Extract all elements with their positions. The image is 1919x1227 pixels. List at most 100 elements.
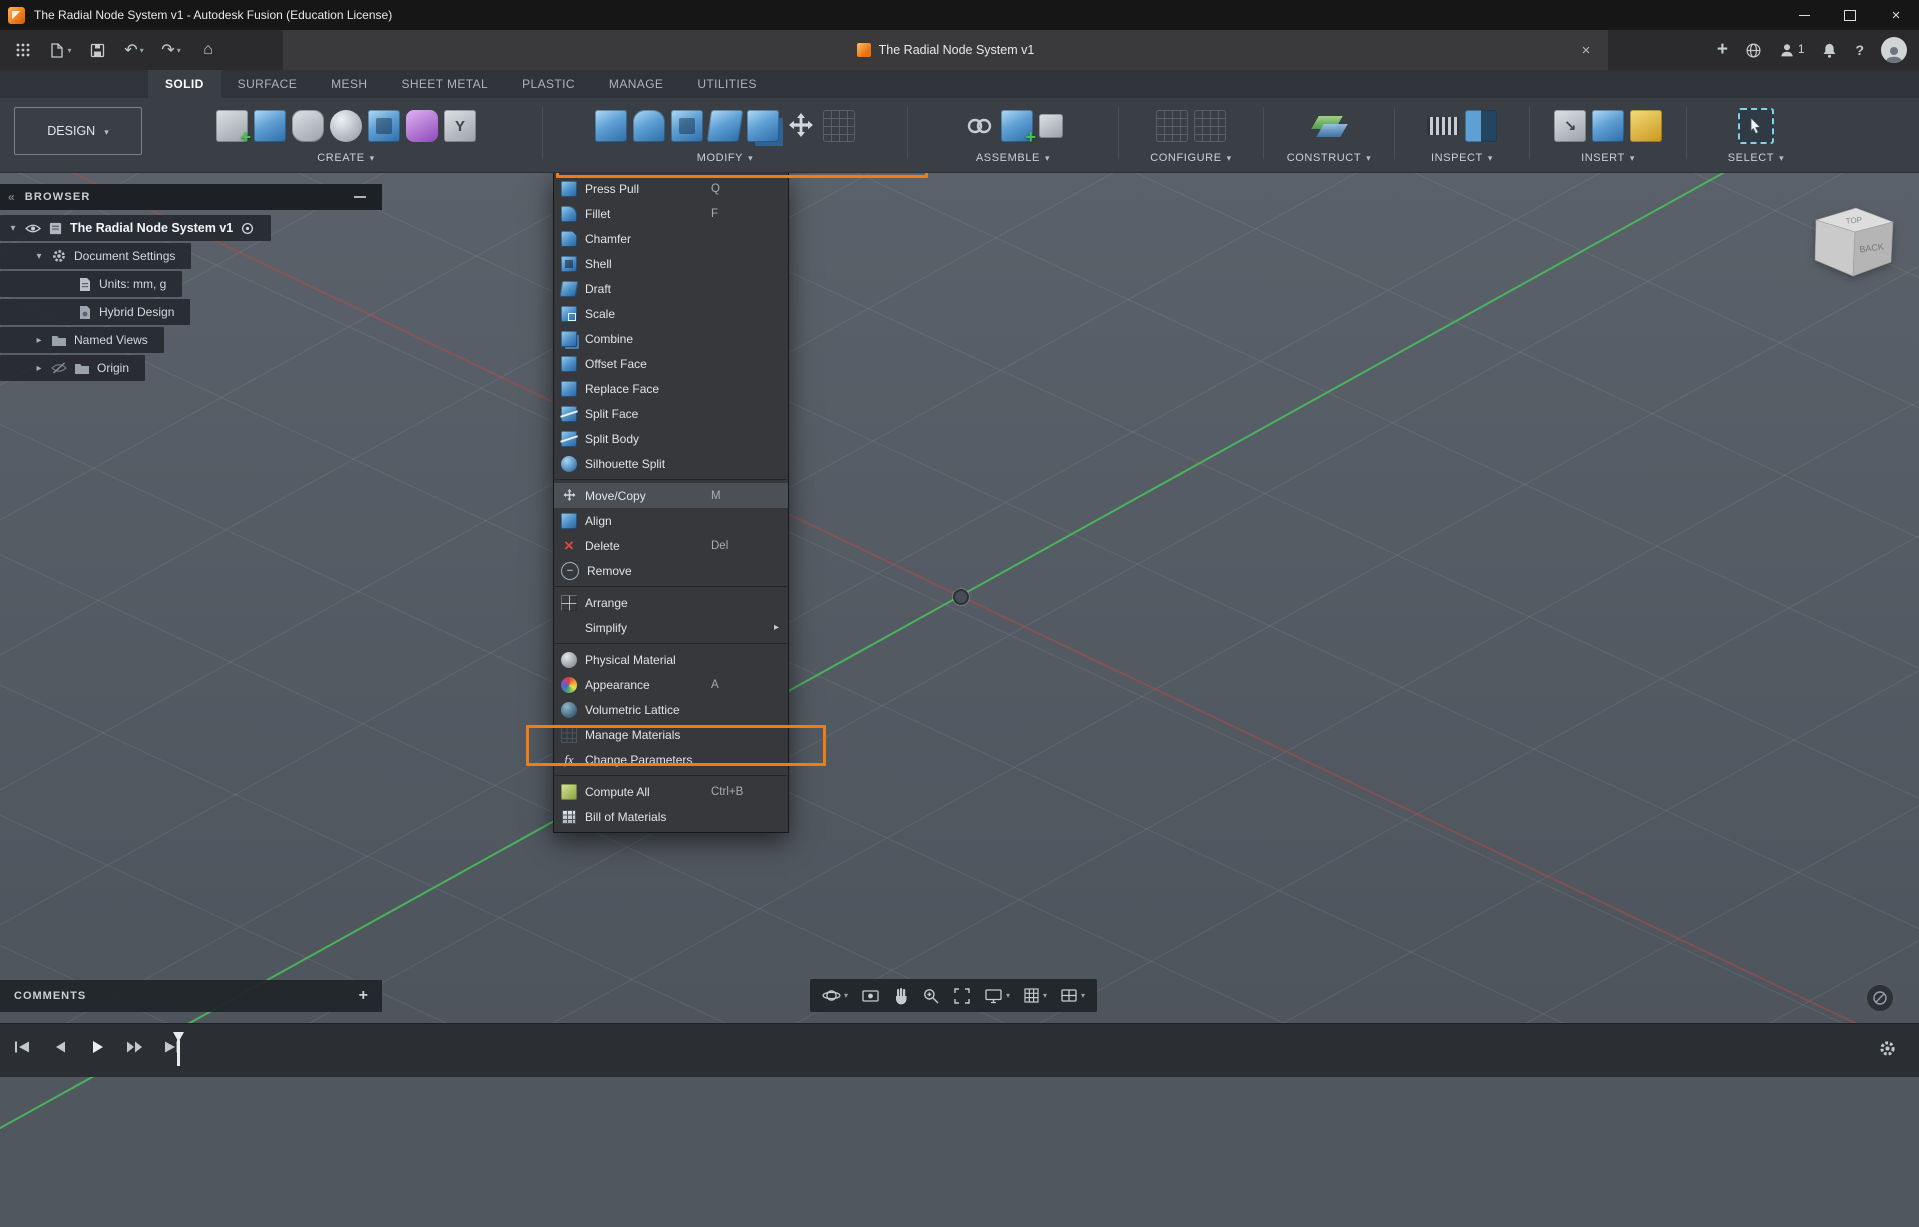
timeline-settings-gear-icon[interactable] [1878,1039,1897,1058]
activate-component-icon[interactable] [240,221,255,236]
undo-button[interactable]: ↶ ▾ [117,34,151,66]
shell-icon[interactable] [671,110,703,142]
new-tab-button[interactable]: + [1717,39,1728,61]
maximize-button[interactable] [1827,0,1873,30]
section-analysis-icon[interactable] [1465,110,1497,142]
redo-button[interactable]: ↷ ▾ [154,34,188,66]
menu-item-scale[interactable]: Scale [554,301,788,326]
zoom-button[interactable] [922,987,940,1005]
fit-button[interactable] [953,987,971,1005]
menu-item-delete[interactable]: Delete Del [554,533,788,558]
parameters-table-icon[interactable] [823,110,855,142]
origin-point[interactable] [953,589,969,605]
close-window-button[interactable]: × [1873,0,1919,30]
tree-item-document-settings[interactable]: Document Settings [0,243,192,269]
tree-item-named-views[interactable]: Named Views [0,327,164,353]
create-form-icon[interactable] [406,110,438,142]
extensions-globe-icon[interactable] [1745,42,1762,59]
home-button[interactable]: ⌂ [191,34,225,66]
insert-canvas-icon[interactable] [1592,110,1624,142]
menu-item-align[interactable]: Align [554,508,788,533]
measure-icon[interactable] [1427,117,1459,135]
user-avatar[interactable] [1881,37,1907,63]
look-at-button[interactable] [861,988,880,1004]
tab-sheet-metal[interactable]: SHEET METAL [384,70,505,98]
caret-right-icon[interactable] [34,335,44,346]
display-settings-button[interactable] [984,988,1010,1004]
menu-item-move-copy[interactable]: Move/Copy M [554,483,788,508]
comments-bar[interactable]: COMMENTS + [0,980,382,1012]
job-status-icon[interactable] [1866,984,1894,1012]
step-back-button[interactable] [49,1038,71,1056]
menu-item-split-face[interactable]: Split Face [554,401,788,426]
box-icon[interactable] [254,110,286,142]
pan-button[interactable] [893,987,909,1005]
menu-item-remove[interactable]: Remove [554,558,788,583]
menu-item-appearance[interactable]: Appearance A [554,672,788,697]
offset-face-icon[interactable] [706,110,744,142]
tree-item-origin[interactable]: Origin [0,355,146,381]
tree-item-units[interactable]: Units: mm, g [0,271,183,297]
caret-down-icon[interactable] [34,251,44,262]
add-comment-icon[interactable]: + [359,987,368,1005]
caret-down-icon[interactable] [8,223,18,234]
view-cube[interactable]: BACK TOP [1798,198,1910,298]
tab-utilities[interactable]: UTILITIES [680,70,774,98]
menu-item-change-parameters[interactable]: Change Parameters [554,747,788,772]
menu-item-arrange[interactable]: Arrange [554,590,788,615]
menu-item-physical-material[interactable]: Physical Material [554,647,788,672]
menu-item-draft[interactable]: Draft [554,276,788,301]
create-group-label[interactable]: CREATE [317,148,375,168]
menu-item-compute-all[interactable]: Compute All Ctrl+B [554,779,788,804]
visibility-off-eye-icon[interactable] [51,362,67,374]
go-to-start-button[interactable] [12,1038,34,1056]
tree-item-root-document[interactable]: The Radial Node System v1 [0,215,272,241]
select-cursor-icon[interactable] [1738,108,1774,144]
save-button[interactable] [80,34,114,66]
joint-icon[interactable] [963,110,995,142]
press-pull-icon[interactable] [595,110,627,142]
insert-derive-icon[interactable]: ↘ [1554,110,1586,142]
create-sketch-icon[interactable] [216,110,251,148]
help-icon[interactable]: ? [1855,42,1864,58]
inspect-group-label[interactable]: INSPECT [1431,148,1493,168]
menu-item-replace-face[interactable]: Replace Face [554,376,788,401]
menu-item-bill-of-materials[interactable]: Bill of Materials [554,804,788,829]
insert-mcmaster-icon[interactable] [1630,110,1662,142]
notifications-bell-icon[interactable] [1821,42,1838,59]
coil-icon[interactable] [368,110,400,142]
workspace-selector[interactable]: DESIGN [14,107,142,155]
sphere-icon[interactable] [330,110,362,142]
new-component-icon[interactable] [1001,110,1036,148]
caret-right-icon[interactable] [34,363,44,374]
collapse-panel-icon[interactable]: « [8,190,15,204]
step-forward-button[interactable] [123,1038,145,1056]
modify-group-label[interactable]: MODIFY [697,148,754,168]
visibility-eye-icon[interactable] [25,223,41,234]
move-copy-icon[interactable] [785,110,817,142]
grid-settings-button[interactable] [1023,987,1047,1004]
assemble-group-label[interactable]: ASSEMBLE [976,148,1050,168]
tab-solid[interactable]: SOLID [148,70,221,98]
collaborators-button[interactable]: 1 [1779,42,1804,58]
rigid-group-icon[interactable] [1039,114,1063,138]
menu-item-silhouette-split[interactable]: Silhouette Split [554,451,788,476]
insert-group-label[interactable]: INSERT [1581,148,1635,168]
menu-item-chamfer[interactable]: Chamfer [554,226,788,251]
document-tab[interactable]: The Radial Node System v1 × [283,30,1608,70]
configuration-table-icon[interactable] [1194,110,1226,142]
orbit-button[interactable] [822,986,848,1005]
derive-icon[interactable]: Y [444,110,476,142]
timeline-position-marker[interactable] [172,1032,184,1066]
fillet-icon[interactable] [633,110,665,142]
menu-item-manage-materials[interactable]: Manage Materials [554,722,788,747]
menu-item-combine[interactable]: Combine [554,326,788,351]
cylinder-icon[interactable] [292,110,324,142]
menu-item-shell[interactable]: Shell [554,251,788,276]
app-launcher-icon[interactable] [6,34,40,66]
menu-item-fillet[interactable]: Fillet F [554,201,788,226]
configure-icon[interactable] [1156,110,1188,142]
minimize-panel-icon[interactable] [354,196,366,198]
menu-item-offset-face[interactable]: Offset Face [554,351,788,376]
viewports-button[interactable] [1060,988,1085,1003]
